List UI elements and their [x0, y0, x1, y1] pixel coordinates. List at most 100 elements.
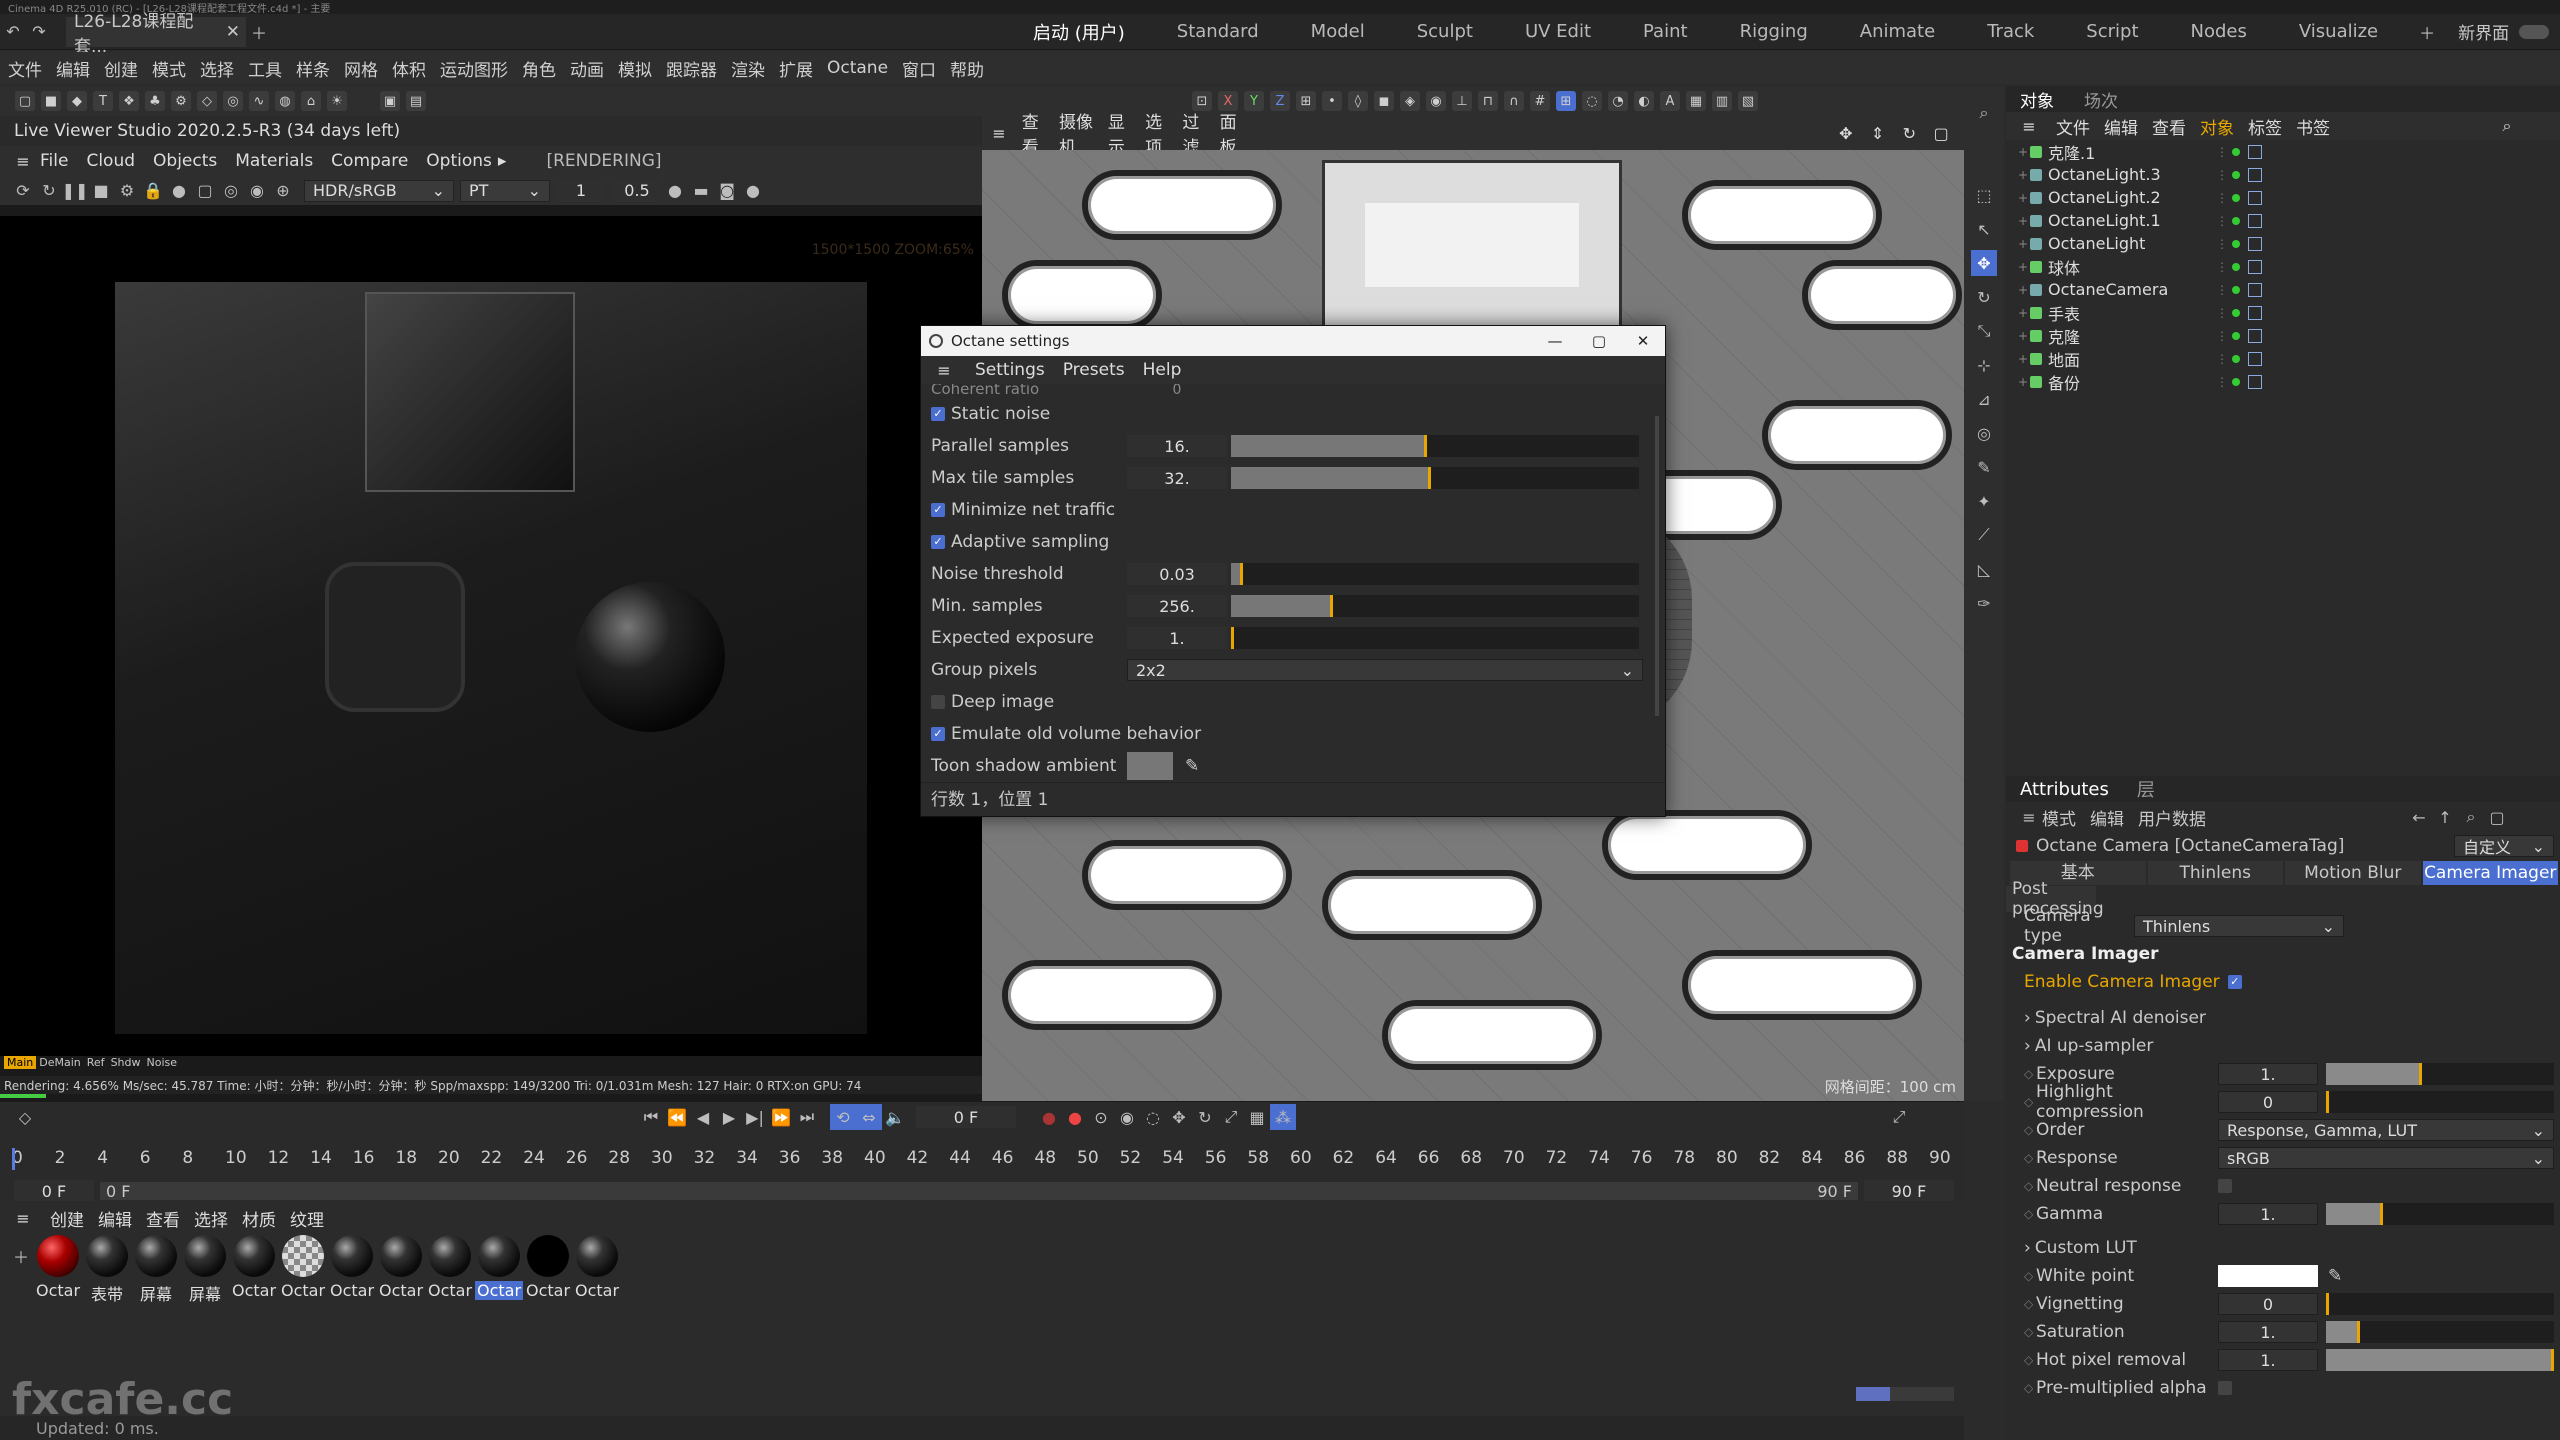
display-icon[interactable]: ▬ [688, 178, 714, 204]
lv-menu-options[interactable]: Options [426, 151, 492, 171]
material-menu-item[interactable]: 查看 [146, 1206, 180, 1231]
expand-icon[interactable]: + [2018, 237, 2030, 251]
end-frame-b[interactable]: 90 F [1864, 1180, 1954, 1202]
expand-icon[interactable]: + [2018, 145, 2030, 159]
setting-slider[interactable] [1231, 435, 1639, 457]
expand-icon[interactable]: + [2018, 168, 2030, 182]
attribute-subtab[interactable]: Thinlens [2147, 861, 2283, 885]
move-view-icon[interactable]: ✥ [1837, 120, 1855, 146]
main-menu-item[interactable]: 模式 [152, 56, 186, 81]
enabled-icon[interactable] [2232, 331, 2240, 340]
layout-tab[interactable]: Script [2060, 14, 2164, 50]
layout-tab[interactable]: Rigging [1714, 14, 1834, 50]
render-settings-icon[interactable]: ▧ [1738, 91, 1758, 111]
pass-main[interactable]: Main [4, 1055, 37, 1069]
expand-icon[interactable]: + [2018, 375, 2030, 389]
object-row[interactable]: + OctaneLight.1 ⋮ [2006, 209, 2560, 232]
close-icon[interactable]: ✕ [1621, 332, 1665, 350]
pass-demain[interactable]: DeMain [36, 1056, 84, 1069]
tab-attributes[interactable]: Attributes [2020, 779, 2109, 800]
om-menu-file[interactable]: 文件 [2056, 114, 2090, 139]
setting-checkbox[interactable]: ✓ [931, 407, 945, 421]
edges-mode-icon[interactable]: ◊ [1348, 91, 1368, 111]
gear-icon[interactable]: ⚙ [114, 178, 140, 204]
premult-checkbox[interactable] [2218, 1381, 2232, 1395]
new-tab-icon[interactable]: ＋ [246, 19, 272, 45]
live-select-icon[interactable]: ↖ [1971, 216, 1997, 242]
enabled-icon[interactable] [2232, 262, 2240, 271]
material-zoom-slider[interactable] [1856, 1387, 1954, 1401]
main-menu-item[interactable]: 帮助 [950, 56, 984, 81]
sphere-preview-icon[interactable]: ● [166, 178, 192, 204]
dialog-menu-presets[interactable]: Presets [1063, 360, 1125, 380]
uv-mode-icon[interactable]: ◈ [1400, 91, 1420, 111]
object-row[interactable]: + 备份 ⋮ [2006, 370, 2560, 393]
main-menu-item[interactable]: Octane [827, 58, 888, 78]
y-axis-icon[interactable]: Y [1244, 91, 1264, 111]
keyframe-icon[interactable]: ◇ [12, 1104, 38, 1130]
maximize-icon[interactable]: ▢ [1577, 332, 1621, 350]
lv-menu-cloud[interactable]: Cloud [86, 151, 135, 171]
stop-icon[interactable]: ■ [88, 178, 114, 204]
generator-icon[interactable]: ⚙ [171, 91, 191, 111]
main-menu-item[interactable]: 扩展 [779, 56, 813, 81]
preset-select[interactable]: 自定义 ⌄ [2454, 835, 2554, 857]
visibility-icon[interactable]: ⋮ [2216, 214, 2228, 228]
lv-menu-more[interactable]: ▸ [498, 151, 507, 171]
setting-value-field[interactable]: 256. [1127, 595, 1227, 617]
layout-tab[interactable]: UV Edit [1499, 14, 1617, 50]
up-arrow-icon[interactable]: ↑ [2432, 804, 2458, 830]
range-icon[interactable]: ⇔ [856, 1104, 882, 1130]
box-icon[interactable]: ■ [41, 91, 61, 111]
autokey-icon[interactable]: ⊙ [1088, 1104, 1114, 1130]
render-icon[interactable]: ▤ [406, 91, 426, 111]
main-menu-item[interactable]: 工具 [248, 56, 282, 81]
go-to-end-icon[interactable]: ⏭ [794, 1104, 820, 1130]
pass-ref[interactable]: Ref [84, 1056, 108, 1069]
render-view-icon[interactable]: ▥ [1712, 91, 1732, 111]
layout-tab[interactable]: 启动 (用户) [1007, 14, 1151, 50]
field-icon[interactable]: ◎ [223, 91, 243, 111]
hot-pixel-field[interactable]: 1. [2218, 1349, 2318, 1371]
scale-icon[interactable]: ⤡ [1971, 318, 1997, 344]
snap-icon[interactable]: ⊓ [1478, 91, 1498, 111]
cube-icon[interactable]: ◆ [67, 91, 87, 111]
white-point-swatch[interactable] [2218, 1265, 2318, 1287]
loop-icon[interactable]: ⟲ [830, 1104, 856, 1130]
coordinate-icon[interactable]: ⊞ [1296, 91, 1316, 111]
spline-icon[interactable]: ∿ [249, 91, 269, 111]
snapshot-icon[interactable]: ◙ [714, 178, 740, 204]
next-frame-icon[interactable]: ▶| [742, 1104, 768, 1130]
tag-icon[interactable] [2248, 282, 2262, 297]
main-menu-item[interactable]: 创建 [104, 56, 138, 81]
setting-slider[interactable] [1231, 467, 1639, 489]
material-menu-item[interactable]: 创建 [50, 1206, 84, 1231]
enabled-icon[interactable] [2232, 239, 2240, 248]
expand-icon[interactable]: + [2018, 306, 2030, 320]
pick-white-balance-icon[interactable]: ⊕ [270, 178, 296, 204]
setting-value-field[interactable]: 32. [1127, 467, 1227, 489]
paint-icon[interactable]: ✦ [1971, 488, 1997, 514]
add-material-icon[interactable]: ＋ [8, 1243, 34, 1269]
lv-menu-compare[interactable]: Compare [331, 151, 408, 171]
object-row[interactable]: + 克隆.1 ⋮ [2006, 140, 2560, 163]
main-menu-item[interactable]: 网格 [344, 56, 378, 81]
tag-icon[interactable] [2248, 236, 2262, 251]
pass-noise[interactable]: Noise [144, 1056, 181, 1069]
om-menu-bookmarks[interactable]: 书签 [2296, 114, 2330, 139]
hamburger-icon[interactable]: ≡ [990, 120, 1008, 146]
visibility-icon[interactable]: ⋮ [2216, 375, 2228, 389]
setting-slider[interactable] [1231, 595, 1639, 617]
lv-value-1[interactable]: 1 [556, 179, 606, 202]
layout-toggle-icon[interactable] [2519, 24, 2550, 39]
object-row[interactable]: + 手表 ⋮ [2006, 301, 2560, 324]
layout-tab[interactable]: Standard [1151, 14, 1285, 50]
play-icon[interactable]: ▶ [716, 1104, 742, 1130]
setting-checkbox[interactable]: ✓ [931, 535, 945, 549]
start-frame-a[interactable]: 0 F [14, 1180, 94, 1202]
lv-value-2[interactable]: 0.5 [612, 179, 662, 202]
om-menu-object[interactable]: 对象 [2200, 114, 2234, 139]
key-scale-icon[interactable]: ⤢ [1218, 1104, 1244, 1130]
attr-menu-edit[interactable]: 编辑 [2090, 805, 2124, 830]
enabled-icon[interactable] [2232, 285, 2240, 294]
